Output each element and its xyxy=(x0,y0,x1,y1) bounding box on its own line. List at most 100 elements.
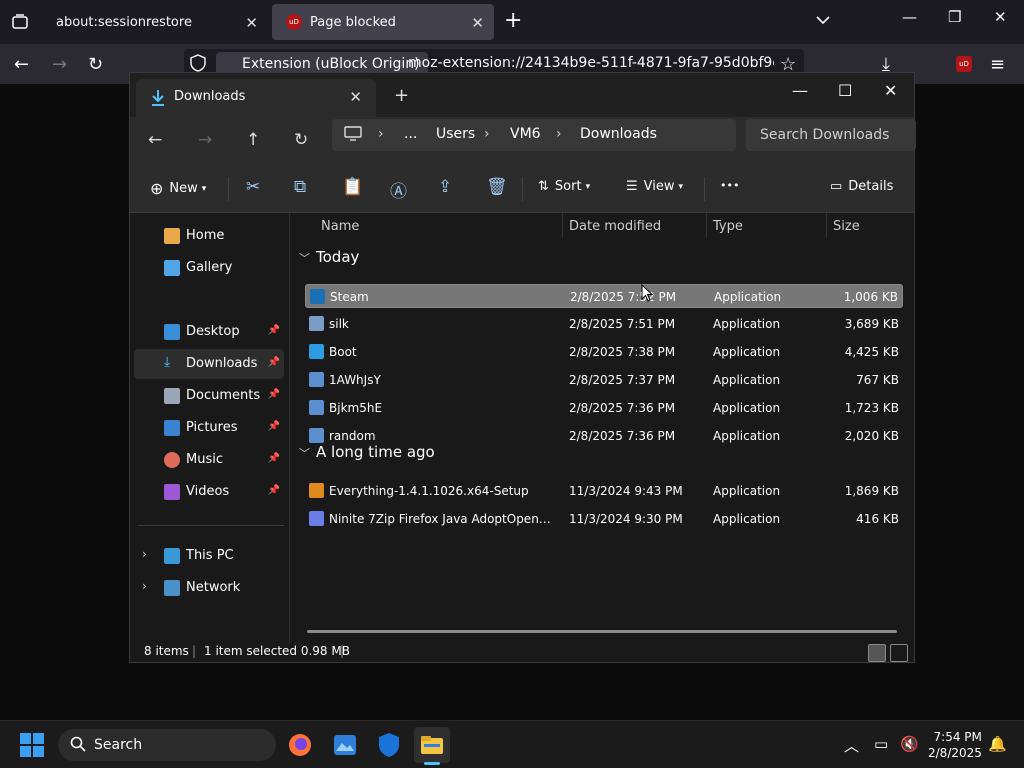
more-options-icon[interactable]: ••• xyxy=(720,179,739,192)
notification-bell-icon[interactable]: 🔔 xyxy=(988,735,1007,753)
application-icon xyxy=(309,428,324,443)
new-button[interactable]: ⊕ New ▾ xyxy=(150,179,206,198)
tab-close-icon[interactable]: ✕ xyxy=(245,14,258,32)
file-list: Name Date modified Type Size ﹀ Today Stea… xyxy=(291,213,914,644)
column-header-type[interactable]: Type xyxy=(713,219,743,234)
delete-icon[interactable]: 🗑 xyxy=(486,177,508,197)
tab-page-blocked[interactable]: uD Page blocked ✕ xyxy=(272,4,494,40)
forward-arrow-icon[interactable]: → xyxy=(198,130,212,150)
table-row[interactable]: Bjkm5hE 2/8/2025 7:36 PM Application 1,723 … xyxy=(305,396,903,420)
windows-security-shield-icon[interactable] xyxy=(371,727,407,763)
explorer-tab-downloads[interactable]: Downloads ✕ xyxy=(136,79,376,117)
table-row[interactable]: silk 2/8/2025 7:51 PM Application 3,689 KB xyxy=(305,312,903,336)
details-button[interactable]: ▭ Details xyxy=(830,179,893,194)
thumbnail-view-icon[interactable] xyxy=(890,644,908,662)
url-text[interactable]: moz-extension://24134b9e-511f-4871-9fa7-… xyxy=(408,55,774,71)
tab-session-restore[interactable]: about:sessionrestore ✕ xyxy=(42,4,268,40)
nav-item-network[interactable]: › Network xyxy=(134,573,284,603)
new-tab-icon[interactable]: + xyxy=(504,8,522,33)
refresh-icon[interactable]: ↻ xyxy=(294,130,308,150)
mouse-cursor-icon xyxy=(641,283,654,306)
breadcrumb-users[interactable]: Users xyxy=(436,126,475,142)
clock[interactable]: 7:54 PM 2/8/2025 xyxy=(928,729,982,761)
windows-start-icon[interactable] xyxy=(20,733,44,757)
up-arrow-icon[interactable]: ↑ xyxy=(246,130,260,150)
back-arrow-icon[interactable]: ← xyxy=(148,130,162,150)
back-arrow-icon[interactable]: ← xyxy=(14,54,29,75)
menu-hamburger-icon[interactable]: ≡ xyxy=(990,54,1005,75)
taskbar-search[interactable]: Search xyxy=(58,729,276,761)
table-row[interactable]: Steam 2/8/2025 7:52 PM Application 1,006 KB xyxy=(305,284,903,308)
chevron-up-icon[interactable]: ︿ xyxy=(844,735,859,756)
reload-icon[interactable]: ↻ xyxy=(88,54,103,75)
nav-item-home[interactable]: Home xyxy=(134,221,284,251)
browser-tab-bar: about:sessionrestore ✕ uD Page blocked ✕… xyxy=(0,0,1024,44)
restore-icon[interactable]: ❐ xyxy=(948,8,961,26)
pin-icon[interactable]: 📌 xyxy=(268,325,280,336)
column-header-size[interactable]: Size xyxy=(833,219,860,234)
pin-icon[interactable]: 📌 xyxy=(268,485,280,496)
details-view-icon[interactable] xyxy=(868,644,886,662)
close-window-icon[interactable]: ✕ xyxy=(884,81,897,100)
close-tab-icon[interactable]: ✕ xyxy=(349,88,362,106)
tab-close-icon[interactable]: ✕ xyxy=(471,14,484,32)
pin-icon[interactable]: 📌 xyxy=(268,421,280,432)
sort-button[interactable]: ⇅ Sort ▾ xyxy=(538,179,590,194)
pin-icon[interactable]: 📌 xyxy=(268,453,280,464)
photos-app-icon[interactable] xyxy=(327,727,363,763)
pin-icon[interactable]: 📌 xyxy=(268,389,280,400)
nav-item-documents[interactable]: Documents 📌 xyxy=(134,381,284,411)
table-row[interactable]: Ninite 7Zip Firefox Java AdoptOpenJDK x.… xyxy=(305,507,903,531)
new-explorer-tab-icon[interactable]: + xyxy=(394,85,409,106)
maximize-icon[interactable]: ☐ xyxy=(838,81,852,100)
chevron-right-icon[interactable]: › xyxy=(142,547,147,561)
nav-item-gallery[interactable]: Gallery xyxy=(134,253,284,283)
ublock-extension-icon[interactable]: uD xyxy=(956,56,972,72)
breadcrumb-vm6[interactable]: VM6 xyxy=(510,126,541,142)
nav-item-videos[interactable]: Videos 📌 xyxy=(134,477,284,507)
close-window-icon[interactable]: ✕ xyxy=(994,8,1007,26)
nav-item-downloads[interactable]: ⤓ Downloads 📌 xyxy=(134,349,284,379)
chevron-right-icon[interactable]: › xyxy=(142,579,147,593)
breadcrumb-overflow[interactable]: ... xyxy=(404,126,417,142)
divider xyxy=(138,525,284,526)
minimize-icon[interactable]: — xyxy=(902,8,917,26)
view-button[interactable]: ☰ View ▾ xyxy=(626,179,683,194)
column-header-date[interactable]: Date modified xyxy=(569,219,661,234)
nav-label: Desktop xyxy=(186,324,240,339)
group-header-long-ago[interactable]: ﹀ A long time ago xyxy=(299,443,435,461)
breadcrumb[interactable]: › ... Users › VM6 › Downloads xyxy=(332,119,736,151)
horizontal-scrollbar[interactable] xyxy=(307,630,897,633)
tab-list-icon[interactable] xyxy=(6,8,34,36)
file-size: 1,006 KB xyxy=(843,290,898,304)
pin-icon[interactable]: 📌 xyxy=(268,357,280,368)
forward-arrow-icon[interactable]: → xyxy=(52,54,67,75)
table-row[interactable]: Boot 2/8/2025 7:38 PM Application 4,425 KB xyxy=(305,340,903,364)
nav-item-desktop[interactable]: Desktop 📌 xyxy=(134,317,284,347)
nav-item-pictures[interactable]: Pictures 📌 xyxy=(134,413,284,443)
network-display-icon[interactable]: ▭ xyxy=(874,735,888,753)
column-divider[interactable] xyxy=(562,213,563,237)
monitor-icon[interactable] xyxy=(344,126,362,146)
table-row[interactable]: 1AWhJsY 2/8/2025 7:37 PM Application 767 KB xyxy=(305,368,903,392)
breadcrumb-downloads[interactable]: Downloads xyxy=(580,126,657,142)
minimize-icon[interactable]: — xyxy=(792,81,808,100)
file-explorer-icon[interactable] xyxy=(414,727,450,765)
share-icon[interactable]: ⇪ xyxy=(438,177,452,197)
rename-icon[interactable]: Ⓐ xyxy=(390,177,407,202)
nav-item-music[interactable]: Music 📌 xyxy=(134,445,284,475)
copy-icon[interactable]: ⧉ xyxy=(294,177,306,197)
nav-item-this-pc[interactable]: › This PC xyxy=(134,541,284,571)
column-divider[interactable] xyxy=(826,213,827,237)
cut-icon[interactable]: ✂ xyxy=(246,177,260,197)
chevron-down-icon[interactable] xyxy=(816,10,830,29)
firefox-icon[interactable] xyxy=(282,727,318,763)
column-divider[interactable] xyxy=(706,213,707,237)
search-input[interactable]: Search Downloads xyxy=(746,119,916,151)
application-icon xyxy=(309,511,324,526)
group-header-today[interactable]: ﹀ Today xyxy=(299,248,359,266)
column-header-name[interactable]: Name xyxy=(321,219,359,234)
table-row[interactable]: Everything-1.4.1.1026.x64-Setup 11/3/2024… xyxy=(305,479,903,503)
volume-muted-icon[interactable]: 🔇 xyxy=(900,735,919,753)
paste-icon[interactable]: 📋 xyxy=(342,177,363,197)
